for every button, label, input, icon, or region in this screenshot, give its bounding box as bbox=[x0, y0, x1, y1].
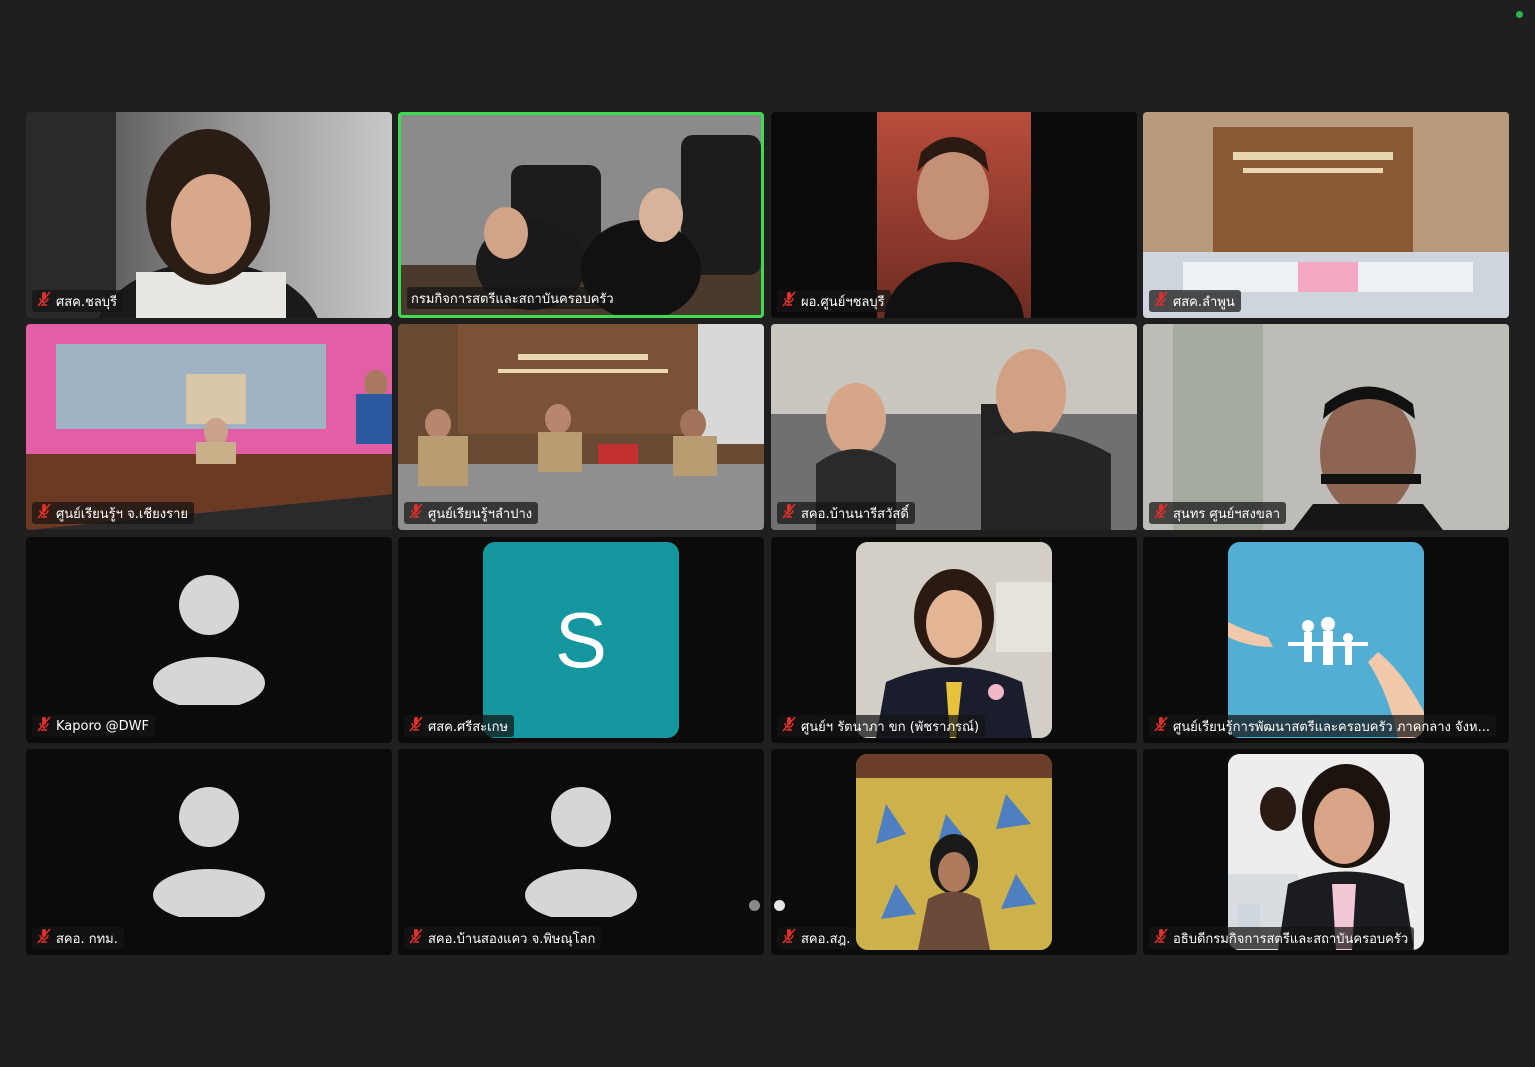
profile-photo-image bbox=[1228, 542, 1424, 738]
participant-tile[interactable]: สคอ.บ้านนารีสวัสดิ์ bbox=[771, 324, 1137, 530]
video-frame-image bbox=[398, 324, 764, 530]
profile-photo-image bbox=[856, 754, 1052, 950]
participant-name: สคอ.บ้านสองแคว จ.พิษณุโลก bbox=[428, 931, 596, 947]
person-placeholder-icon bbox=[525, 787, 637, 917]
participant-name-tag: ศูนย์ฯ รัตนาภา ขก (พัชราภรณ์) bbox=[777, 715, 986, 737]
participant-name-tag: ศูนย์เรียนรู้ฯลำปาง bbox=[404, 502, 539, 524]
participant-tile[interactable]: สคอ.สฎ. bbox=[771, 749, 1137, 955]
participant-video bbox=[771, 324, 1137, 530]
participant-tile[interactable]: ผอ.ศูนย์ฯชลบุรี bbox=[771, 112, 1137, 318]
participant-tile[interactable]: ศูนย์เรียนรู้ฯลำปาง bbox=[398, 324, 764, 530]
participant-name: ศูนย์เรียนรู้ฯลำปาง bbox=[428, 506, 533, 522]
participant-name: ศสค.ศรีสะเกษ bbox=[428, 719, 509, 735]
participant-name-tag: สคอ.บ้านนารีสวัสดิ์ bbox=[777, 502, 915, 524]
profile-photo-image bbox=[856, 542, 1052, 738]
profile-photo bbox=[1228, 542, 1424, 738]
page-dot[interactable] bbox=[749, 900, 760, 911]
profile-photo bbox=[1228, 754, 1424, 950]
participant-name: อธิบดีกรมกิจการสตรีและสถาบันครอบครัว bbox=[1173, 931, 1409, 947]
participant-name: สุนทร ศูนย์ฯสงขลา bbox=[1173, 506, 1280, 522]
video-frame-image bbox=[1143, 112, 1509, 318]
participant-name: สคอ.บ้านนารีสวัสดิ์ bbox=[801, 506, 909, 522]
participant-video bbox=[398, 324, 764, 530]
participant-video bbox=[26, 324, 392, 530]
person-placeholder-icon bbox=[153, 575, 265, 705]
mic-muted-icon bbox=[36, 716, 52, 736]
video-frame-image bbox=[401, 115, 761, 315]
video-frame-image bbox=[1143, 324, 1509, 530]
mic-muted-icon bbox=[781, 503, 797, 523]
letter-avatar: S bbox=[483, 542, 679, 738]
mic-muted-icon bbox=[781, 291, 797, 311]
mic-muted-icon bbox=[1153, 716, 1169, 736]
participant-name-tag: ศสค.ศรีสะเกษ bbox=[404, 715, 515, 737]
participant-tile[interactable]: ศูนย์ฯ รัตนาภา ขก (พัชราภรณ์) bbox=[771, 537, 1137, 743]
profile-photo bbox=[856, 754, 1052, 950]
participant-tile[interactable]: สคอ. กทม. bbox=[26, 749, 392, 955]
meeting-gallery-view: ศสค.ชลบุรี กรมกิจการสตรีและสถาบันครอบครั… bbox=[0, 0, 1535, 1067]
person-placeholder-icon bbox=[153, 787, 265, 917]
participant-name: ผอ.ศูนย์ฯชลบุรี bbox=[801, 294, 885, 310]
mic-muted-icon bbox=[1153, 503, 1169, 523]
participant-name: กรมกิจการสตรีและสถาบันครอบครัว bbox=[411, 291, 614, 307]
mic-muted-icon bbox=[1153, 928, 1169, 948]
mic-muted-icon bbox=[36, 503, 52, 523]
profile-photo-image bbox=[1228, 754, 1424, 950]
video-frame-image bbox=[771, 324, 1137, 530]
participant-name-tag: สคอ.บ้านสองแคว จ.พิษณุโลก bbox=[404, 927, 602, 949]
mic-muted-icon bbox=[781, 928, 797, 948]
video-frame-image bbox=[884, 137, 1024, 318]
participant-name-tag: สคอ. กทม. bbox=[32, 927, 124, 949]
video-frame-image bbox=[26, 344, 392, 530]
mic-muted-icon bbox=[408, 503, 424, 523]
participant-name-tag: ผอ.ศูนย์ฯชลบุรี bbox=[777, 290, 891, 312]
participant-video bbox=[1143, 324, 1509, 530]
participant-name: สคอ. กทม. bbox=[56, 931, 118, 947]
participant-video bbox=[877, 112, 1031, 318]
participant-tile[interactable]: อธิบดีกรมกิจการสตรีและสถาบันครอบครัว bbox=[1143, 749, 1509, 955]
participant-name-tag: ศสค.ชลบุรี bbox=[32, 290, 124, 312]
mic-muted-icon bbox=[36, 928, 52, 948]
participant-name-tag: สคอ.สฎ. bbox=[777, 927, 857, 949]
participant-name-tag: ศสค.ลำพูน bbox=[1149, 290, 1241, 312]
mic-muted-icon bbox=[36, 291, 52, 311]
participant-name: ศสค.ชลบุรี bbox=[56, 294, 118, 310]
mic-muted-icon bbox=[408, 928, 424, 948]
mic-muted-icon bbox=[781, 716, 797, 736]
connection-status-dot bbox=[1516, 11, 1523, 18]
page-dot-current[interactable] bbox=[774, 900, 785, 911]
participant-name: ศูนย์เรียนรู้ฯ จ.เชียงราย bbox=[56, 506, 188, 522]
profile-photo bbox=[856, 542, 1052, 738]
participant-name-tag: กรมกิจการสตรีและสถาบันครอบครัว bbox=[407, 287, 620, 309]
gallery-pagination bbox=[749, 900, 785, 911]
participant-video bbox=[26, 112, 392, 318]
participant-name-tag: Kaporo @DWF bbox=[32, 715, 155, 737]
participant-tile[interactable]: ศูนย์เรียนรู้ฯ จ.เชียงราย bbox=[26, 324, 392, 530]
participant-tile[interactable]: Kaporo @DWF bbox=[26, 537, 392, 743]
participant-name: สคอ.สฎ. bbox=[801, 931, 851, 947]
participant-name-tag: อธิบดีกรมกิจการสตรีและสถาบันครอบครัว bbox=[1149, 927, 1415, 949]
participant-tile[interactable]: S ศสค.ศรีสะเกษ bbox=[398, 537, 764, 743]
mic-muted-icon bbox=[408, 716, 424, 736]
participant-name-tag: ศูนย์เรียนรู้ฯ จ.เชียงราย bbox=[32, 502, 194, 524]
participant-tile[interactable]: ศูนย์เรียนรู้การพัฒนาสตรีและครอบครัว ภาค… bbox=[1143, 537, 1509, 743]
participant-video bbox=[1143, 112, 1509, 318]
mic-muted-icon bbox=[1153, 291, 1169, 311]
participant-video bbox=[401, 115, 761, 315]
participant-name: Kaporo @DWF bbox=[56, 718, 149, 734]
participant-name-tag: ศูนย์เรียนรู้การพัฒนาสตรีและครอบครัว ภาค… bbox=[1149, 715, 1496, 737]
participant-tile-active-speaker[interactable]: กรมกิจการสตรีและสถาบันครอบครัว bbox=[398, 112, 764, 318]
participant-name: ศูนย์เรียนรู้การพัฒนาสตรีและครอบครัว ภาค… bbox=[1173, 719, 1490, 735]
participant-tile[interactable]: ศสค.ลำพูน bbox=[1143, 112, 1509, 318]
participant-name: ศสค.ลำพูน bbox=[1173, 294, 1235, 310]
participant-name: ศูนย์ฯ รัตนาภา ขก (พัชราภรณ์) bbox=[801, 719, 980, 735]
participant-tile[interactable]: ศสค.ชลบุรี bbox=[26, 112, 392, 318]
participant-name-tag: สุนทร ศูนย์ฯสงขลา bbox=[1149, 502, 1286, 524]
video-frame-image bbox=[26, 112, 318, 318]
participant-tile[interactable]: สุนทร ศูนย์ฯสงขลา bbox=[1143, 324, 1509, 530]
participant-tile[interactable]: สคอ.บ้านสองแคว จ.พิษณุโลก bbox=[398, 749, 764, 955]
